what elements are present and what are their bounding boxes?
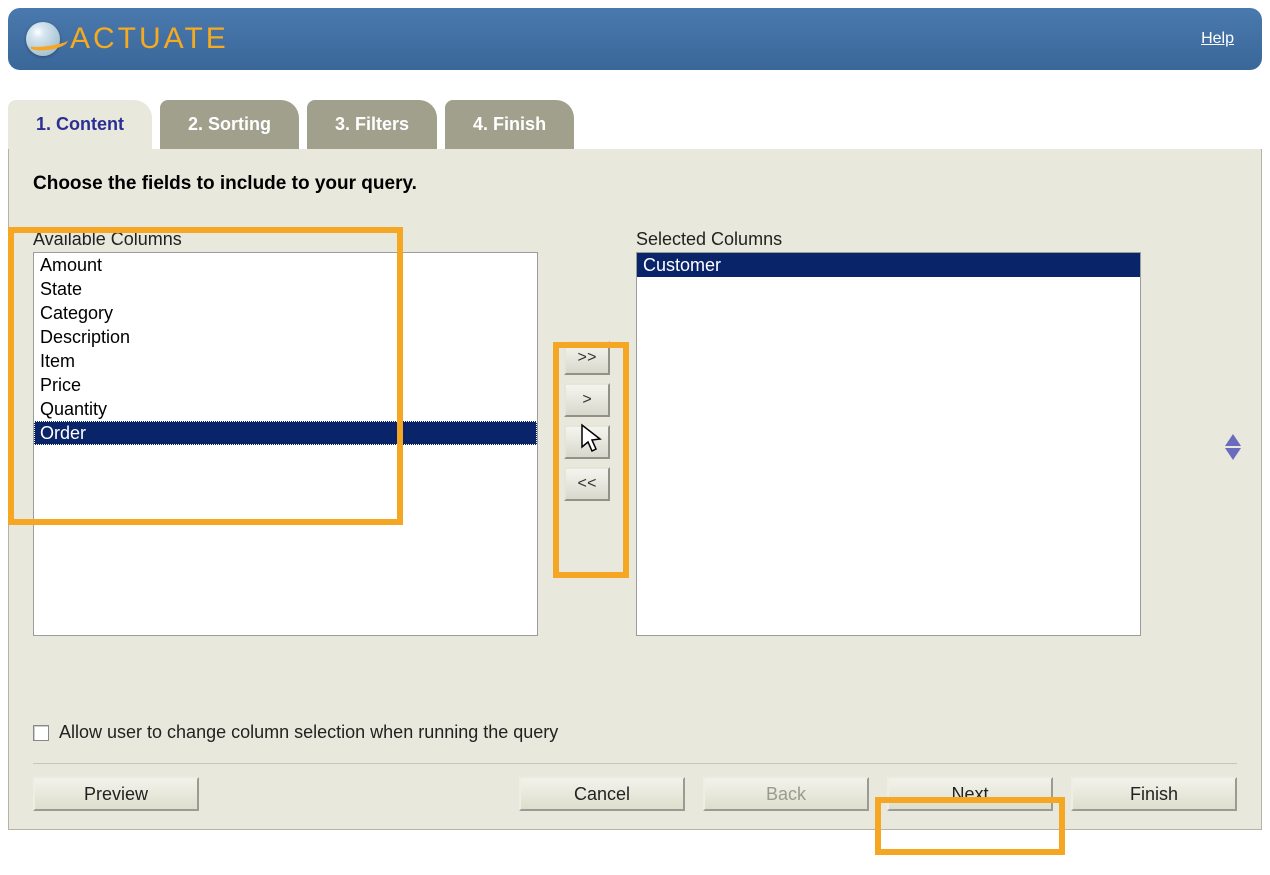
transfer-buttons: >> > < << (556, 229, 618, 501)
list-item[interactable]: Category (34, 301, 537, 325)
selected-listbox[interactable]: Customer (636, 252, 1141, 636)
help-link[interactable]: Help (1201, 30, 1234, 48)
add-all-button[interactable]: >> (564, 341, 610, 375)
wizard-tabs: 1. Content 2. Sorting 3. Filters 4. Fini… (8, 100, 1262, 149)
allow-change-checkbox[interactable] (33, 725, 49, 741)
brand-text: ACTUATE (70, 22, 229, 56)
list-item[interactable]: Order (34, 421, 537, 445)
selected-label: Selected Columns (636, 229, 1141, 250)
list-item[interactable]: Quantity (34, 397, 537, 421)
instruction-text: Choose the fields to include to your que… (33, 173, 1237, 195)
list-item[interactable]: Price (34, 373, 537, 397)
wizard-footer: Preview Cancel Back Next Finish (33, 777, 1237, 811)
allow-change-label: Allow user to change column selection wh… (59, 722, 558, 743)
back-button: Back (703, 777, 869, 811)
app-header: ACTUATE Help (8, 8, 1262, 70)
list-item[interactable]: Description (34, 325, 537, 349)
add-button[interactable]: > (564, 383, 610, 417)
wizard-panel: Choose the fields to include to your que… (8, 149, 1262, 830)
selected-group: Selected Columns Customer (636, 229, 1141, 636)
globe-icon (26, 22, 60, 56)
list-item[interactable]: Item (34, 349, 537, 373)
arrow-down-icon (1225, 448, 1241, 460)
available-listbox[interactable]: AmountStateCategoryDescriptionItemPriceQ… (33, 252, 538, 636)
list-item[interactable]: State (34, 277, 537, 301)
brand-logo: ACTUATE (26, 22, 229, 56)
allow-change-row: Allow user to change column selection wh… (33, 722, 1237, 743)
next-button[interactable]: Next (887, 777, 1053, 811)
cancel-button[interactable]: Cancel (519, 777, 685, 811)
swoosh-icon (27, 33, 69, 52)
available-group: Available Columns AmountStateCategoryDes… (33, 229, 538, 636)
finish-button[interactable]: Finish (1071, 777, 1237, 811)
list-item[interactable]: Customer (637, 253, 1140, 277)
reorder-control[interactable] (1225, 434, 1241, 460)
tab-finish[interactable]: 4. Finish (445, 100, 574, 149)
tab-sorting[interactable]: 2. Sorting (160, 100, 299, 149)
remove-all-button[interactable]: << (564, 467, 610, 501)
tab-content[interactable]: 1. Content (8, 100, 152, 149)
arrow-up-icon (1225, 434, 1241, 446)
remove-button[interactable]: < (564, 425, 610, 459)
footer-divider (33, 763, 1237, 765)
list-item[interactable]: Amount (34, 253, 537, 277)
preview-button[interactable]: Preview (33, 777, 199, 811)
available-label: Available Columns (33, 229, 538, 250)
tab-filters[interactable]: 3. Filters (307, 100, 437, 149)
column-selector: Available Columns AmountStateCategoryDes… (33, 229, 1237, 636)
